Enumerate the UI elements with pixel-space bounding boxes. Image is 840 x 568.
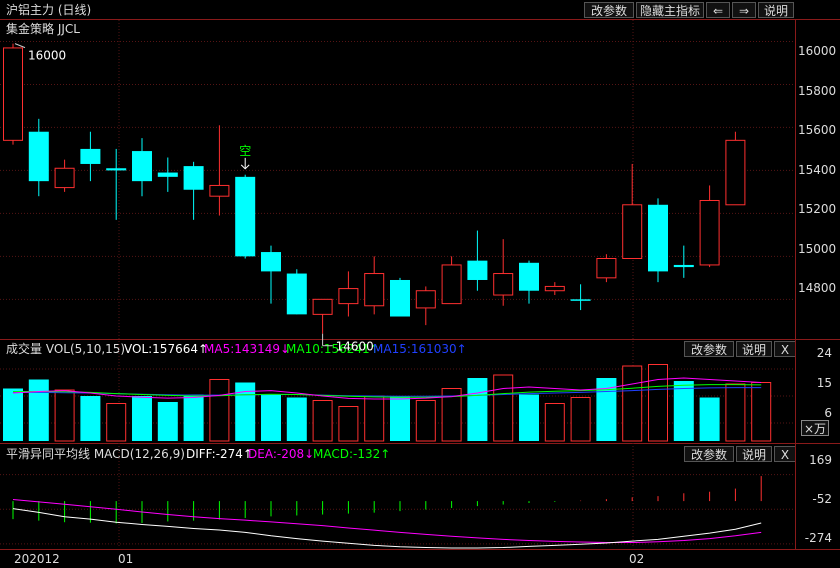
candle-body-up bbox=[493, 273, 514, 296]
candle-body-down bbox=[519, 262, 539, 291]
candle-body-up bbox=[54, 167, 75, 189]
volume-bar-up bbox=[725, 383, 746, 442]
low-price-label: 14600 bbox=[336, 340, 374, 354]
candle-body-up bbox=[415, 290, 436, 309]
candle-body-down bbox=[235, 176, 256, 257]
candle-body-down bbox=[648, 204, 668, 272]
volume-bar-down bbox=[80, 396, 101, 441]
high-pointer bbox=[14, 43, 26, 49]
candle-body-up bbox=[622, 204, 643, 259]
volume-bar-up bbox=[648, 364, 668, 442]
volume-bar-up bbox=[312, 400, 333, 442]
volume-bar-up bbox=[493, 374, 514, 442]
candle-body-down bbox=[286, 273, 307, 315]
volume-bar-up bbox=[209, 379, 230, 442]
candle-body-up bbox=[699, 199, 720, 266]
candle-body-up bbox=[596, 258, 617, 279]
volume-bar-up bbox=[54, 389, 75, 442]
high-price-label: 16000 bbox=[28, 49, 66, 63]
volume-bar-down bbox=[157, 402, 178, 441]
volume-bar-down bbox=[261, 394, 281, 441]
volume-bar-down bbox=[699, 397, 720, 441]
candle-body-down bbox=[673, 264, 694, 268]
chart-canvas: 16000 14600 空 bbox=[0, 19, 840, 550]
candle-body-down bbox=[28, 131, 49, 182]
volume-bar-down bbox=[132, 396, 152, 441]
candle-body-up bbox=[209, 184, 230, 197]
volume-bar-down bbox=[286, 397, 307, 441]
candle-body-down bbox=[390, 279, 410, 317]
candle-body-up bbox=[312, 298, 333, 315]
candle-body-down bbox=[157, 172, 178, 177]
volume-bar-down bbox=[673, 381, 694, 441]
volume-bar-up bbox=[751, 382, 772, 442]
candle-body-down bbox=[132, 151, 152, 182]
candle-body-up bbox=[544, 285, 565, 292]
candle-body-down bbox=[106, 168, 127, 171]
volume-bar-up bbox=[415, 400, 436, 442]
candle-body-up bbox=[3, 47, 23, 141]
candle-body-down bbox=[570, 299, 591, 301]
volume-bar-down bbox=[28, 379, 49, 441]
candle-body-down bbox=[183, 166, 204, 190]
volume-bar-down bbox=[519, 394, 539, 441]
volume-bar-up bbox=[338, 406, 359, 442]
candle-body-down bbox=[467, 260, 488, 280]
candle-body-up bbox=[725, 139, 746, 206]
volume-bar-up bbox=[622, 365, 643, 442]
candle-body-up bbox=[364, 273, 385, 307]
volume-bar-up bbox=[544, 403, 565, 442]
volume-bar-down bbox=[183, 394, 204, 441]
volume-bar-down bbox=[390, 396, 410, 441]
candle-body-down bbox=[80, 148, 101, 164]
volume-bar-down bbox=[3, 388, 23, 441]
volume-bar-up bbox=[364, 395, 385, 442]
candle-body-up bbox=[441, 264, 462, 305]
volume-bar-down bbox=[467, 378, 488, 441]
macd-dea-line bbox=[12, 499, 762, 544]
candle-body-up bbox=[338, 288, 359, 305]
volume-bar-up bbox=[570, 397, 591, 442]
signal-short-label: 空 bbox=[239, 144, 251, 158]
volume-bar-up bbox=[106, 403, 127, 442]
candle-body-down bbox=[261, 252, 281, 272]
